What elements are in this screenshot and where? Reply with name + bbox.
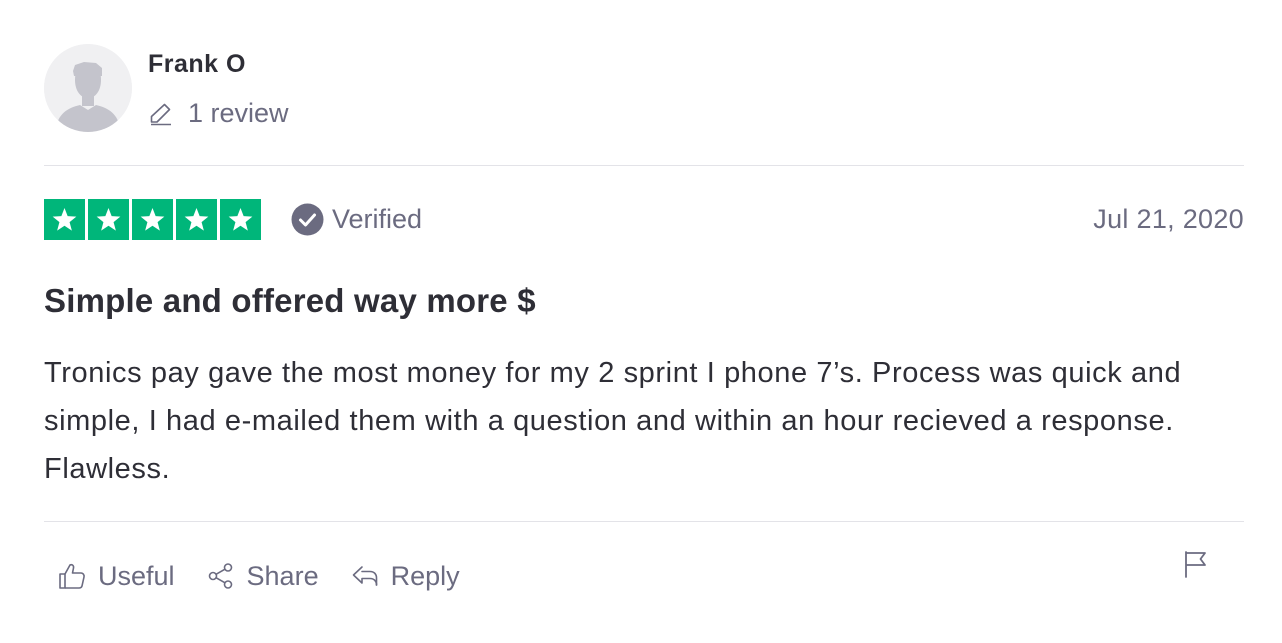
reply-icon bbox=[352, 566, 377, 586]
star-rating bbox=[44, 199, 261, 240]
star-icon bbox=[176, 199, 217, 240]
star-icon bbox=[88, 199, 129, 240]
review-title[interactable]: Simple and offered way more $ bbox=[44, 282, 536, 320]
pencil-icon bbox=[150, 103, 171, 126]
user-silhouette-icon bbox=[44, 44, 132, 132]
divider bbox=[44, 165, 1244, 166]
divider bbox=[44, 521, 1244, 522]
avatar[interactable] bbox=[44, 44, 132, 132]
flag-icon bbox=[1185, 551, 1206, 578]
useful-label: Useful bbox=[98, 560, 175, 591]
report-button[interactable] bbox=[1182, 549, 1210, 579]
review-card: Frank O 1 review Verified Jul 21, 2020 S… bbox=[44, 0, 1244, 643]
useful-button[interactable]: Useful bbox=[58, 561, 175, 592]
review-actions: Useful Share Reply bbox=[58, 555, 492, 597]
verified-check-icon bbox=[291, 203, 324, 236]
consumer-name[interactable]: Frank O bbox=[148, 50, 246, 79]
rating-row: Verified Jul 21, 2020 bbox=[44, 199, 1244, 240]
star-icon bbox=[220, 199, 261, 240]
thumbs-up-icon bbox=[59, 563, 85, 589]
share-icon bbox=[208, 563, 232, 589]
reply-label: Reply bbox=[390, 560, 460, 591]
review-count: 1 review bbox=[148, 96, 289, 130]
review-count-label: 1 review bbox=[188, 97, 289, 128]
star-icon bbox=[44, 199, 85, 240]
star-icon bbox=[132, 199, 173, 240]
review-text: Tronics pay gave the most money for my 2… bbox=[44, 357, 1182, 485]
reply-button[interactable]: Reply bbox=[351, 561, 460, 592]
consumer-info: Frank O 1 review bbox=[44, 44, 644, 134]
verified-label: Verified bbox=[332, 204, 423, 234]
share-button[interactable]: Share bbox=[207, 561, 319, 592]
review-date: Jul 21, 2020 bbox=[1093, 204, 1244, 234]
verified-badge[interactable]: Verified bbox=[291, 203, 422, 236]
share-label: Share bbox=[246, 560, 319, 591]
